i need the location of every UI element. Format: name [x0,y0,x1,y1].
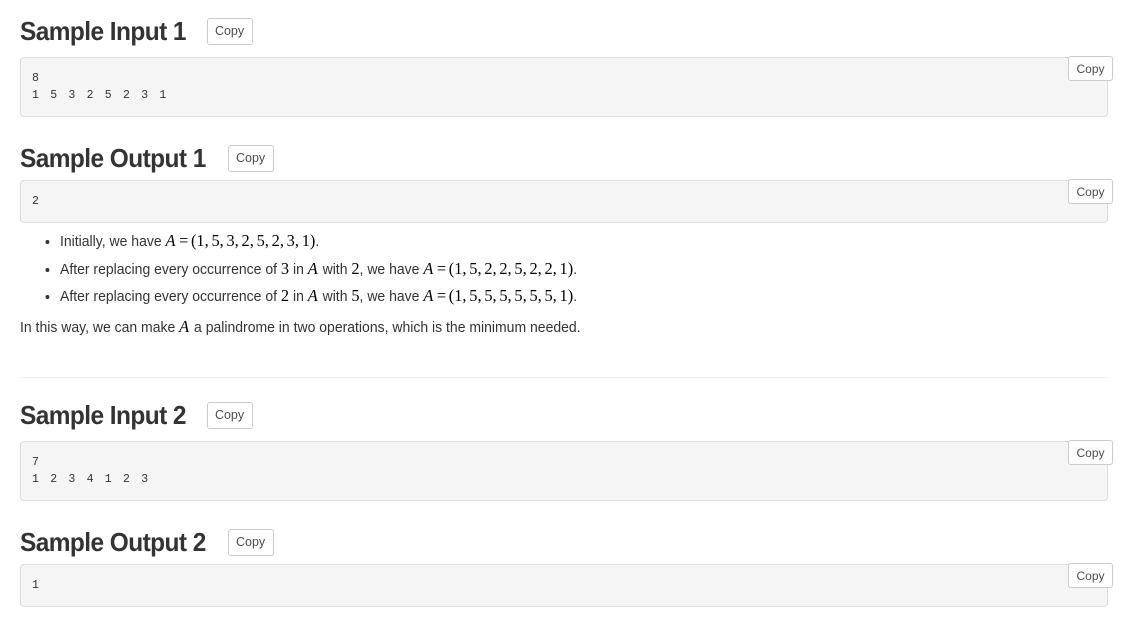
bullet-1-lead: After replacing every occurrence of [60,261,281,278]
list-item: Initially, we have A=(1,5,3,2,5,2,3,1). [60,228,577,256]
math-var-1: A [308,259,319,278]
copy-button-sample-output-1-heading[interactable]: Copy [227,144,274,172]
sample-cases-page: Sample Input 1 Copy Copy 8 1 5 3 2 5 2 3… [0,0,1128,631]
math-var-summary: A [179,317,190,336]
explanation-list: Initially, we have A=(1,5,3,2,5,2,3,1). … [20,228,596,311]
copy-button-sample-input-2-block[interactable]: Copy [1068,440,1113,465]
bullet-2-mid: , we have [359,289,424,305]
math-expression-0: A = (1, 5, 3, 2, 5, 2, 3, 1) [165,231,316,250]
list-item: After replacing every occurrence of 2 in… [60,283,577,311]
list-item: After replacing every occurrence of 3 in… [60,256,577,284]
sample-input-1-content: 8 1 5 3 2 5 2 3 1 [20,57,1108,117]
section-header-sample-output-1: Sample Output 1 Copy [20,143,274,173]
section-header-sample-output-2: Sample Output 2 Copy [20,527,274,557]
math-var-summary-glyph: A [179,317,190,336]
sample-block-sample-input-2: Copy 7 1 2 3 4 1 2 3 [20,440,1113,501]
math-var-1-glyph: A [307,258,318,278]
copy-button-sample-output-2-heading[interactable]: Copy [227,528,274,556]
copy-button-sample-input-1-block[interactable]: Copy [1068,56,1113,81]
bullet-2-tail: . [573,289,578,305]
bullet-1-tail: . [573,261,578,278]
sample-block-sample-output-1: Copy 2 [20,179,1113,223]
copy-button-sample-output-1-block[interactable]: Copy [1068,179,1113,204]
section-header-sample-input-1: Sample Input 1 Copy [20,16,253,46]
section-divider [20,377,1108,378]
sample-output-1-content: 2 [20,180,1108,223]
bullet-0-tail: . [315,234,320,250]
bullet-1-with: with [318,261,352,278]
bullet-2-with: with [318,289,352,305]
sample-input-2-content: 7 1 2 3 4 1 2 3 [20,441,1108,501]
page-title-sample-output-2: Sample Output 2 [20,527,206,557]
bullet-2-in: in [289,289,308,305]
copy-button-sample-input-2-heading[interactable]: Copy [206,401,253,429]
section-header-sample-input-2: Sample Input 2 Copy [20,400,253,430]
bullet-1-in: in [289,261,308,278]
explanation-summary: In this way, we can make A a palindrome … [20,317,581,338]
page-title-sample-output-1: Sample Output 1 [20,143,206,173]
explanation-summary-tail: a palindrome in two operations, which is… [190,320,581,336]
bullet-0-lead: Initially, we have [60,234,166,250]
math-expression-1: A = (1, 5, 2, 2, 5, 2, 2, 1) [423,258,574,278]
explanation-summary-lead: In this way, we can make [20,320,180,336]
math-var-2: A [308,286,319,305]
bullet-2-lead: After replacing every occurrence of [60,289,281,305]
page-title-sample-input-1: Sample Input 1 [20,16,187,46]
math-expression-2: A = (1, 5, 5, 5, 5, 5, 5, 1) [423,286,574,305]
math-var-2-glyph: A [307,286,318,305]
sample-block-sample-output-2: Copy 1 [20,563,1113,607]
page-title-sample-input-2: Sample Input 2 [20,400,187,430]
sample-output-2-content: 1 [20,564,1108,607]
bullet-1-mid: , we have [359,261,424,278]
sample-block-sample-input-1: Copy 8 1 5 3 2 5 2 3 1 [20,56,1113,117]
copy-button-sample-input-1-heading[interactable]: Copy [206,17,253,45]
copy-button-sample-output-2-block[interactable]: Copy [1068,563,1113,588]
